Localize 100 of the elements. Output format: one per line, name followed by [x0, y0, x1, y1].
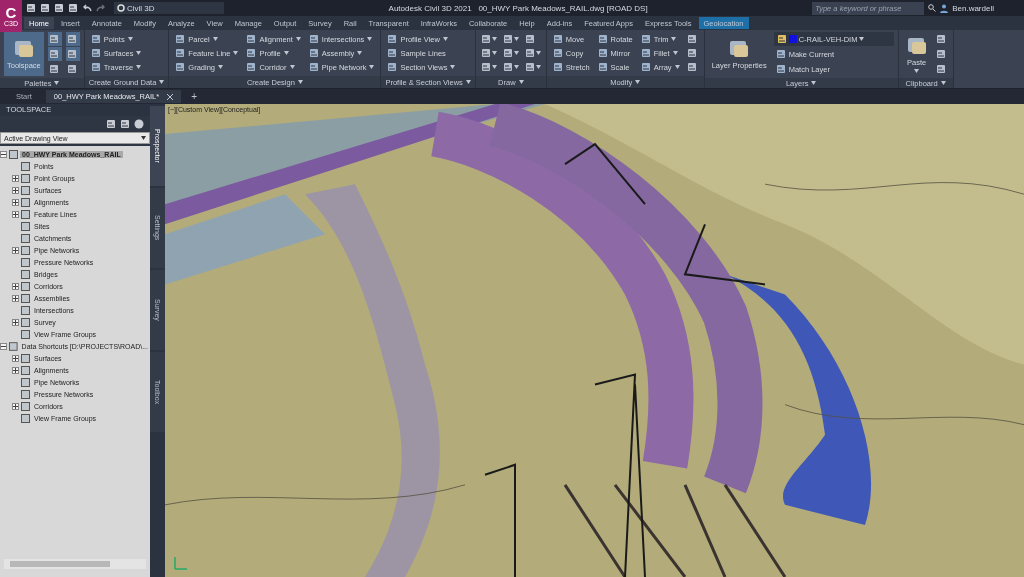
workspace-dropdown[interactable]: Civil 3D [114, 2, 224, 14]
user-icon [940, 3, 949, 13]
tool-icon [728, 38, 751, 59]
tool-icon [246, 62, 257, 72]
tool-icon [640, 48, 651, 58]
user-name[interactable]: Ben.wardell [952, 3, 994, 13]
tool-icon [90, 62, 101, 72]
ribbon-icon-button[interactable] [501, 60, 520, 74]
ribbon-icon-button[interactable] [47, 47, 62, 61]
caret-icon [367, 37, 373, 41]
tool-icon [66, 64, 77, 74]
tool-icon [387, 34, 398, 44]
tool-icon [502, 34, 513, 44]
caret-icon [212, 37, 218, 41]
tool-icon [90, 34, 101, 44]
tool-icon [480, 48, 491, 58]
tool-icon [66, 34, 77, 44]
tool-icon [48, 49, 59, 59]
caret-icon [513, 65, 519, 69]
expand-toggle[interactable] [12, 402, 19, 410]
ribbon-icon-button[interactable] [479, 46, 498, 60]
tool-icon [308, 48, 319, 58]
caret-icon [159, 80, 165, 84]
expand-toggle[interactable] [12, 294, 19, 302]
caret-icon [465, 80, 471, 84]
new-tab-button[interactable]: + [187, 91, 201, 102]
caret-icon [513, 37, 519, 41]
caret-icon [491, 51, 497, 55]
tool-icon [935, 64, 946, 74]
tool-icon [552, 62, 563, 72]
expand-toggle[interactable] [12, 198, 19, 206]
ribbon-icon-button[interactable] [479, 60, 498, 74]
ribbon-icon-button[interactable] [523, 46, 542, 60]
caret-icon [357, 51, 363, 55]
expand-toggle[interactable] [12, 174, 19, 182]
tool-icon [905, 35, 928, 56]
tool-icon [686, 62, 697, 72]
caret-icon [127, 37, 133, 41]
tool-icon [524, 34, 535, 44]
tool-icon [387, 48, 398, 58]
caret-icon [283, 51, 289, 55]
expand-toggle[interactable] [12, 186, 19, 194]
tool-icon [387, 62, 398, 72]
caret-icon [513, 51, 519, 55]
caret-icon [518, 80, 524, 84]
ribbon-icon-button[interactable] [65, 47, 80, 61]
redo-icon[interactable] [96, 4, 106, 12]
tool-icon [597, 34, 608, 44]
horizontal-scrollbar[interactable] [4, 559, 146, 569]
tool-icon [90, 48, 101, 58]
ribbon-icon-button[interactable] [65, 32, 80, 46]
tool-icon [686, 34, 697, 44]
expand-toggle[interactable] [12, 246, 19, 254]
expand-toggle[interactable] [12, 366, 19, 374]
collapse-toggle[interactable] [0, 150, 7, 158]
tool-icon [775, 64, 786, 74]
expand-toggle[interactable] [12, 318, 19, 326]
window-title: Autodesk Civil 3D 2021 00_HWY Park Meadows_RAIL.dwg [ROAD DS] [388, 3, 648, 13]
tool-icon [597, 62, 608, 72]
close-icon[interactable] [167, 93, 174, 100]
tool-icon [552, 34, 563, 44]
tool-icon [524, 62, 535, 72]
tool-icon [308, 62, 319, 72]
tool-icon [175, 62, 186, 72]
tool-icon [12, 38, 35, 59]
caret-icon [136, 65, 142, 69]
tool-icon [175, 34, 186, 44]
tool-icon [502, 62, 513, 72]
ribbon-icon-button[interactable] [501, 32, 520, 46]
tool-icon [48, 34, 59, 44]
caret-icon [136, 51, 142, 55]
search-icon[interactable] [928, 4, 937, 12]
tool-icon [175, 48, 186, 58]
caret-icon [672, 51, 678, 55]
tool-icon [640, 34, 651, 44]
expand-toggle[interactable] [12, 282, 19, 290]
ribbon-icon-button[interactable] [523, 60, 542, 74]
undo-icon[interactable] [82, 4, 92, 12]
caret-icon [859, 37, 865, 41]
caret-icon [811, 81, 817, 85]
caret-icon [635, 80, 641, 84]
tool-icon [66, 49, 77, 59]
expand-toggle[interactable] [12, 210, 19, 218]
caret-icon [233, 51, 239, 55]
ribbon-icon-button[interactable] [47, 32, 62, 46]
caret-icon [535, 65, 541, 69]
caret-icon [491, 37, 497, 41]
expand-toggle[interactable] [12, 354, 19, 362]
ribbon-icon-button[interactable] [479, 32, 498, 46]
caret-icon [450, 65, 456, 69]
tool-icon [935, 34, 946, 44]
ribbon-icon-button[interactable] [501, 46, 520, 60]
collapse-toggle[interactable] [0, 342, 7, 350]
caret-icon [671, 37, 677, 41]
tool-icon [502, 48, 513, 58]
tool-icon [308, 34, 319, 44]
caret-icon [218, 65, 223, 69]
caret-icon [289, 65, 295, 69]
tool-icon [480, 34, 491, 44]
tool-icon [775, 49, 786, 59]
